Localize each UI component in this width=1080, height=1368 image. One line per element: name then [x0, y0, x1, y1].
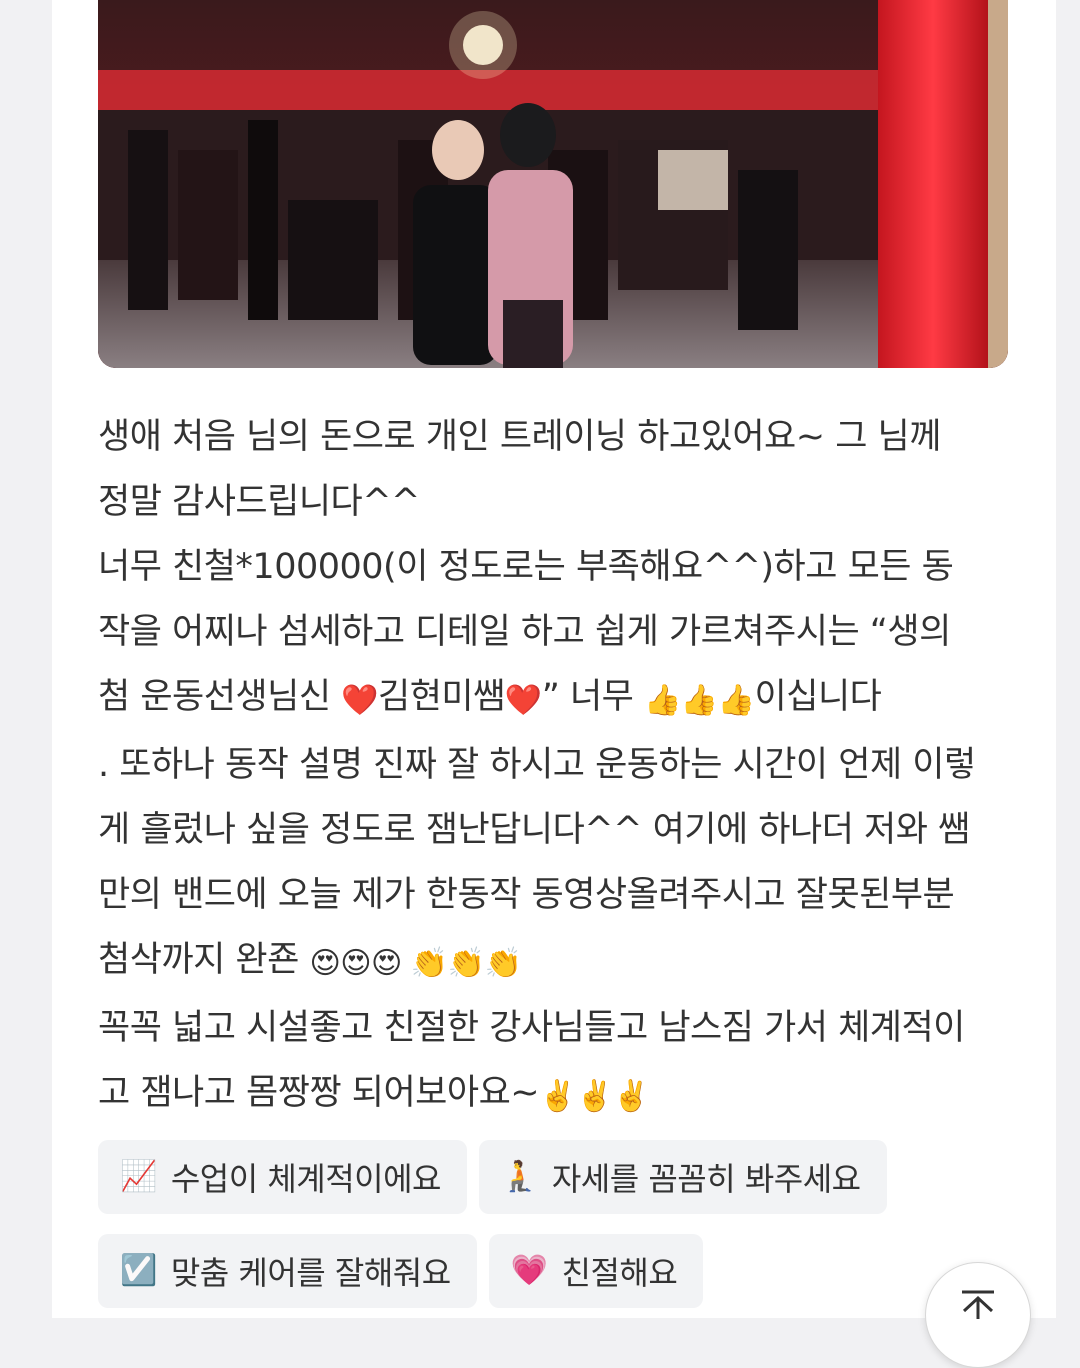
heart-icon: ❤️	[341, 683, 379, 718]
review-line: 꼭꼭 넓고 시설좋고 친절한 강사님들고 남스짐 가서 체계적이	[98, 1008, 965, 1048]
chart-increasing-icon: 📈	[120, 1159, 157, 1194]
scroll-to-top-icon	[962, 1290, 994, 1319]
review-text-span: 첨 운동선생님신	[98, 677, 342, 717]
review-line: 너무 친철*100000(이 정도로는 부족해요^^)하고 모든 동	[98, 547, 954, 587]
check-box-icon: ☑️	[120, 1253, 157, 1288]
growing-heart-icon: 💗	[510, 1253, 548, 1288]
review-text-span: 첨삭까지 완죤	[98, 940, 310, 980]
review-tags: 📈 수업이 체계적이에요 🧎 자세를 꼼꼼히 봐주세요 ☑️ 맞춤 케어를 잘해…	[98, 1140, 978, 1328]
heart-icon: ❤️	[504, 683, 542, 718]
tag-row: 📈 수업이 체계적이에요 🧎 자세를 꼼꼼히 봐주세요	[98, 1140, 978, 1214]
review-text-span: 이십니다	[754, 677, 882, 717]
gym-photo-illustration	[98, 0, 1008, 368]
review-text: 생애 처음 님의 돈으로 개인 트레이닝 하고있어요~ 그 님께 정말 감사드립…	[98, 405, 1018, 1129]
kneeling-person-icon: 🧎	[501, 1159, 538, 1194]
tag-label: 수업이 체계적이에요	[170, 1160, 442, 1198]
review-text-span: 고 잼나고 몸짱짱 되어보아요~	[98, 1073, 540, 1113]
tag-row: ☑️ 맞춤 케어를 잘해줘요 💗 친절해요	[98, 1234, 978, 1308]
review-line: . 또하나 동작 설명 진짜 잘 하시고 운동하는 시간이 언제 이렇	[98, 745, 976, 785]
tag-label: 자세를 꼼꼼히 봐주세요	[551, 1160, 861, 1198]
tag-label: 친절해요	[561, 1254, 678, 1292]
heart-eyes-icon: 😍😍😍	[309, 946, 402, 981]
review-text-span: ” 너무	[541, 677, 644, 717]
review-line: 생애 처음 님의 돈으로 개인 트레이닝 하고있어요~ 그 님께	[98, 417, 941, 457]
review-line: 첨 운동선생님신 ❤️김현미쌤❤️” 너무 👍👍👍이십니다	[98, 665, 1018, 733]
review-line: 작을 어찌나 섬세하고 디테일 하고 쉽게 가르쳐주시는 “생의	[98, 612, 951, 652]
clapping-hands-icon: 👏👏👏	[401, 946, 522, 981]
tag-posture-check[interactable]: 🧎 자세를 꼼꼼히 봐주세요	[479, 1140, 887, 1214]
tag-custom-care[interactable]: ☑️ 맞춤 케어를 잘해줘요	[98, 1234, 477, 1308]
review-line: 정말 감사드립니다^^	[98, 482, 420, 522]
tag-label: 맞춤 케어를 잘해줘요	[170, 1254, 451, 1292]
review-line: 만의 밴드에 오늘 제가 한동작 동영상올려주시고 잘못된부분	[98, 875, 955, 915]
review-photo[interactable]	[98, 0, 1008, 368]
scroll-to-top-button[interactable]	[925, 1262, 1031, 1368]
tag-systematic-class[interactable]: 📈 수업이 체계적이에요	[98, 1140, 467, 1214]
review-line: 첨삭까지 완죤 😍😍😍 👏👏👏	[98, 928, 1018, 996]
tag-kind[interactable]: 💗 친절해요	[488, 1234, 704, 1308]
review-line: 고 잼나고 몸짱짱 되어보아요~✌️✌️✌️	[98, 1061, 1018, 1129]
review-line: 게 흘렀나 싶을 정도로 잼난답니다^^ 여기에 하나더 저와 쌤	[98, 810, 970, 850]
thumbs-up-icon: 👍👍👍	[643, 683, 755, 718]
victory-hand-icon: ✌️✌️✌️	[539, 1079, 650, 1114]
trainer-name: 김현미쌤	[378, 677, 505, 717]
